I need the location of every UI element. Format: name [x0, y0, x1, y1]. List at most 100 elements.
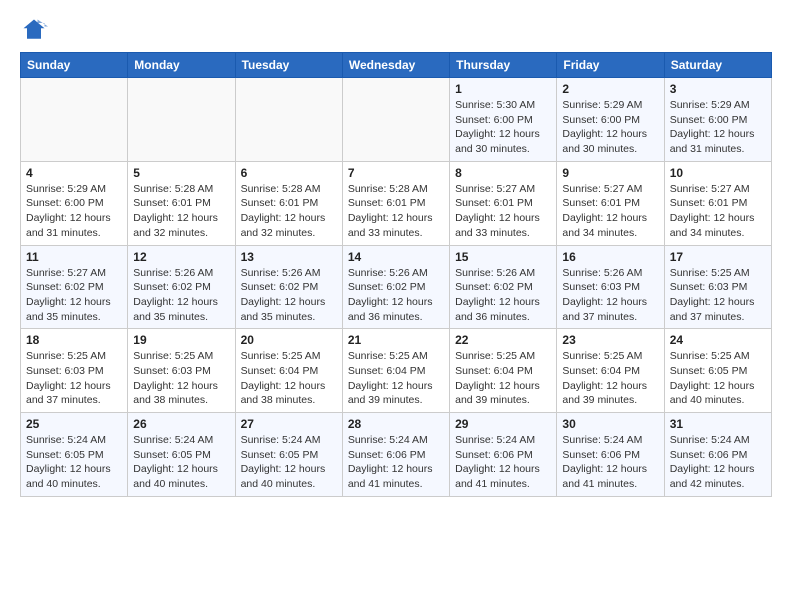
logo [20, 16, 52, 44]
calendar-cell: 18 Sunrise: 5:25 AM Sunset: 6:03 PM Dayli… [21, 329, 128, 413]
calendar-cell: 24 Sunrise: 5:25 AM Sunset: 6:05 PM Dayli… [664, 329, 771, 413]
week-row-5: 25 Sunrise: 5:24 AM Sunset: 6:05 PM Dayli… [21, 413, 772, 497]
day-number: 16 [562, 250, 658, 264]
calendar-cell: 9 Sunrise: 5:27 AM Sunset: 6:01 PM Daylig… [557, 161, 664, 245]
header-saturday: Saturday [664, 53, 771, 78]
day-number: 27 [241, 417, 337, 431]
day-info: Sunrise: 5:25 AM Sunset: 6:04 PM Dayligh… [241, 349, 337, 408]
calendar-cell: 16 Sunrise: 5:26 AM Sunset: 6:03 PM Dayli… [557, 245, 664, 329]
day-number: 21 [348, 333, 444, 347]
calendar-cell: 3Sunrise: 5:29 AM Sunset: 6:00 PM Daylig… [664, 78, 771, 162]
calendar-cell: 23 Sunrise: 5:25 AM Sunset: 6:04 PM Dayli… [557, 329, 664, 413]
day-info: Sunrise: 5:25 AM Sunset: 6:05 PM Dayligh… [670, 349, 766, 408]
header-thursday: Thursday [450, 53, 557, 78]
day-number: 5 [133, 166, 229, 180]
day-info: Sunrise: 5:27 AM Sunset: 6:02 PM Dayligh… [26, 266, 122, 325]
day-info: Sunrise: 5:27 AM Sunset: 6:01 PM Dayligh… [670, 182, 766, 241]
week-row-3: 11 Sunrise: 5:27 AM Sunset: 6:02 PM Dayli… [21, 245, 772, 329]
calendar-cell: 30 Sunrise: 5:24 AM Sunset: 6:06 PM Dayli… [557, 413, 664, 497]
calendar-cell: 1Sunrise: 5:30 AM Sunset: 6:00 PM Daylig… [450, 78, 557, 162]
day-info: Sunrise: 5:25 AM Sunset: 6:04 PM Dayligh… [348, 349, 444, 408]
calendar-cell: 5 Sunrise: 5:28 AM Sunset: 6:01 PM Daylig… [128, 161, 235, 245]
header-monday: Monday [128, 53, 235, 78]
day-number: 19 [133, 333, 229, 347]
day-number: 6 [241, 166, 337, 180]
day-info: Sunrise: 5:24 AM Sunset: 6:05 PM Dayligh… [133, 433, 229, 492]
day-number: 22 [455, 333, 551, 347]
week-row-1: 1Sunrise: 5:30 AM Sunset: 6:00 PM Daylig… [21, 78, 772, 162]
day-number: 25 [26, 417, 122, 431]
day-number: 12 [133, 250, 229, 264]
day-number: 7 [348, 166, 444, 180]
day-number: 4 [26, 166, 122, 180]
calendar-cell: 13Sunrise: 5:26 AM Sunset: 6:02 PM Dayli… [235, 245, 342, 329]
day-info: Sunrise: 5:24 AM Sunset: 6:05 PM Dayligh… [26, 433, 122, 492]
day-number: 29 [455, 417, 551, 431]
day-number: 10 [670, 166, 766, 180]
calendar-cell [21, 78, 128, 162]
calendar-cell: 26 Sunrise: 5:24 AM Sunset: 6:05 PM Dayli… [128, 413, 235, 497]
calendar-cell: 10 Sunrise: 5:27 AM Sunset: 6:01 PM Dayli… [664, 161, 771, 245]
day-info: Sunrise: 5:28 AM Sunset: 6:01 PM Dayligh… [133, 182, 229, 241]
day-number: 24 [670, 333, 766, 347]
day-number: 17 [670, 250, 766, 264]
calendar-cell: 31 Sunrise: 5:24 AM Sunset: 6:06 PM Dayli… [664, 413, 771, 497]
day-info: Sunrise: 5:25 AM Sunset: 6:03 PM Dayligh… [133, 349, 229, 408]
calendar-cell: 27 Sunrise: 5:24 AM Sunset: 6:05 PM Dayli… [235, 413, 342, 497]
day-number: 18 [26, 333, 122, 347]
header [20, 16, 772, 44]
day-info: Sunrise: 5:26 AM Sunset: 6:02 PM Dayligh… [133, 266, 229, 325]
header-wednesday: Wednesday [342, 53, 449, 78]
day-number: 26 [133, 417, 229, 431]
logo-icon [20, 16, 48, 44]
calendar-cell: 14Sunrise: 5:26 AM Sunset: 6:02 PM Dayli… [342, 245, 449, 329]
day-info: Sunrise: 5:24 AM Sunset: 6:06 PM Dayligh… [562, 433, 658, 492]
day-info: Sunrise: 5:25 AM Sunset: 6:03 PM Dayligh… [670, 266, 766, 325]
day-info: Sunrise: 5:28 AM Sunset: 6:01 PM Dayligh… [241, 182, 337, 241]
calendar-cell: 22 Sunrise: 5:25 AM Sunset: 6:04 PM Dayli… [450, 329, 557, 413]
day-number: 28 [348, 417, 444, 431]
calendar-cell: 21 Sunrise: 5:25 AM Sunset: 6:04 PM Dayli… [342, 329, 449, 413]
calendar-cell: 7 Sunrise: 5:28 AM Sunset: 6:01 PM Daylig… [342, 161, 449, 245]
day-number: 8 [455, 166, 551, 180]
day-number: 2 [562, 82, 658, 96]
day-info: Sunrise: 5:26 AM Sunset: 6:02 PM Dayligh… [455, 266, 551, 325]
header-tuesday: Tuesday [235, 53, 342, 78]
day-number: 20 [241, 333, 337, 347]
day-number: 15 [455, 250, 551, 264]
day-number: 1 [455, 82, 551, 96]
day-info: Sunrise: 5:25 AM Sunset: 6:04 PM Dayligh… [455, 349, 551, 408]
day-info: Sunrise: 5:29 AM Sunset: 6:00 PM Dayligh… [562, 98, 658, 157]
calendar-header-row: SundayMondayTuesdayWednesdayThursdayFrid… [21, 53, 772, 78]
day-number: 31 [670, 417, 766, 431]
day-info: Sunrise: 5:26 AM Sunset: 6:03 PM Dayligh… [562, 266, 658, 325]
calendar-cell: 4 Sunrise: 5:29 AM Sunset: 6:00 PM Daylig… [21, 161, 128, 245]
day-info: Sunrise: 5:29 AM Sunset: 6:00 PM Dayligh… [26, 182, 122, 241]
header-friday: Friday [557, 53, 664, 78]
day-number: 23 [562, 333, 658, 347]
calendar-cell: 12 Sunrise: 5:26 AM Sunset: 6:02 PM Dayli… [128, 245, 235, 329]
day-info: Sunrise: 5:27 AM Sunset: 6:01 PM Dayligh… [455, 182, 551, 241]
header-sunday: Sunday [21, 53, 128, 78]
day-info: Sunrise: 5:24 AM Sunset: 6:05 PM Dayligh… [241, 433, 337, 492]
day-info: Sunrise: 5:24 AM Sunset: 6:06 PM Dayligh… [670, 433, 766, 492]
day-info: Sunrise: 5:26 AM Sunset: 6:02 PM Dayligh… [348, 266, 444, 325]
calendar-cell [342, 78, 449, 162]
day-info: Sunrise: 5:28 AM Sunset: 6:01 PM Dayligh… [348, 182, 444, 241]
day-info: Sunrise: 5:26 AM Sunset: 6:02 PM Dayligh… [241, 266, 337, 325]
calendar-cell: 15 Sunrise: 5:26 AM Sunset: 6:02 PM Dayli… [450, 245, 557, 329]
calendar-cell: 17 Sunrise: 5:25 AM Sunset: 6:03 PM Dayli… [664, 245, 771, 329]
day-info: Sunrise: 5:27 AM Sunset: 6:01 PM Dayligh… [562, 182, 658, 241]
day-info: Sunrise: 5:25 AM Sunset: 6:04 PM Dayligh… [562, 349, 658, 408]
calendar-cell: 25 Sunrise: 5:24 AM Sunset: 6:05 PM Dayli… [21, 413, 128, 497]
day-info: Sunrise: 5:24 AM Sunset: 6:06 PM Dayligh… [348, 433, 444, 492]
calendar-cell [235, 78, 342, 162]
day-number: 11 [26, 250, 122, 264]
calendar-cell: 29Sunrise: 5:24 AM Sunset: 6:06 PM Dayli… [450, 413, 557, 497]
day-number: 30 [562, 417, 658, 431]
calendar-cell: 11 Sunrise: 5:27 AM Sunset: 6:02 PM Dayli… [21, 245, 128, 329]
week-row-4: 18 Sunrise: 5:25 AM Sunset: 6:03 PM Dayli… [21, 329, 772, 413]
day-info: Sunrise: 5:29 AM Sunset: 6:00 PM Dayligh… [670, 98, 766, 157]
day-info: Sunrise: 5:25 AM Sunset: 6:03 PM Dayligh… [26, 349, 122, 408]
day-number: 9 [562, 166, 658, 180]
